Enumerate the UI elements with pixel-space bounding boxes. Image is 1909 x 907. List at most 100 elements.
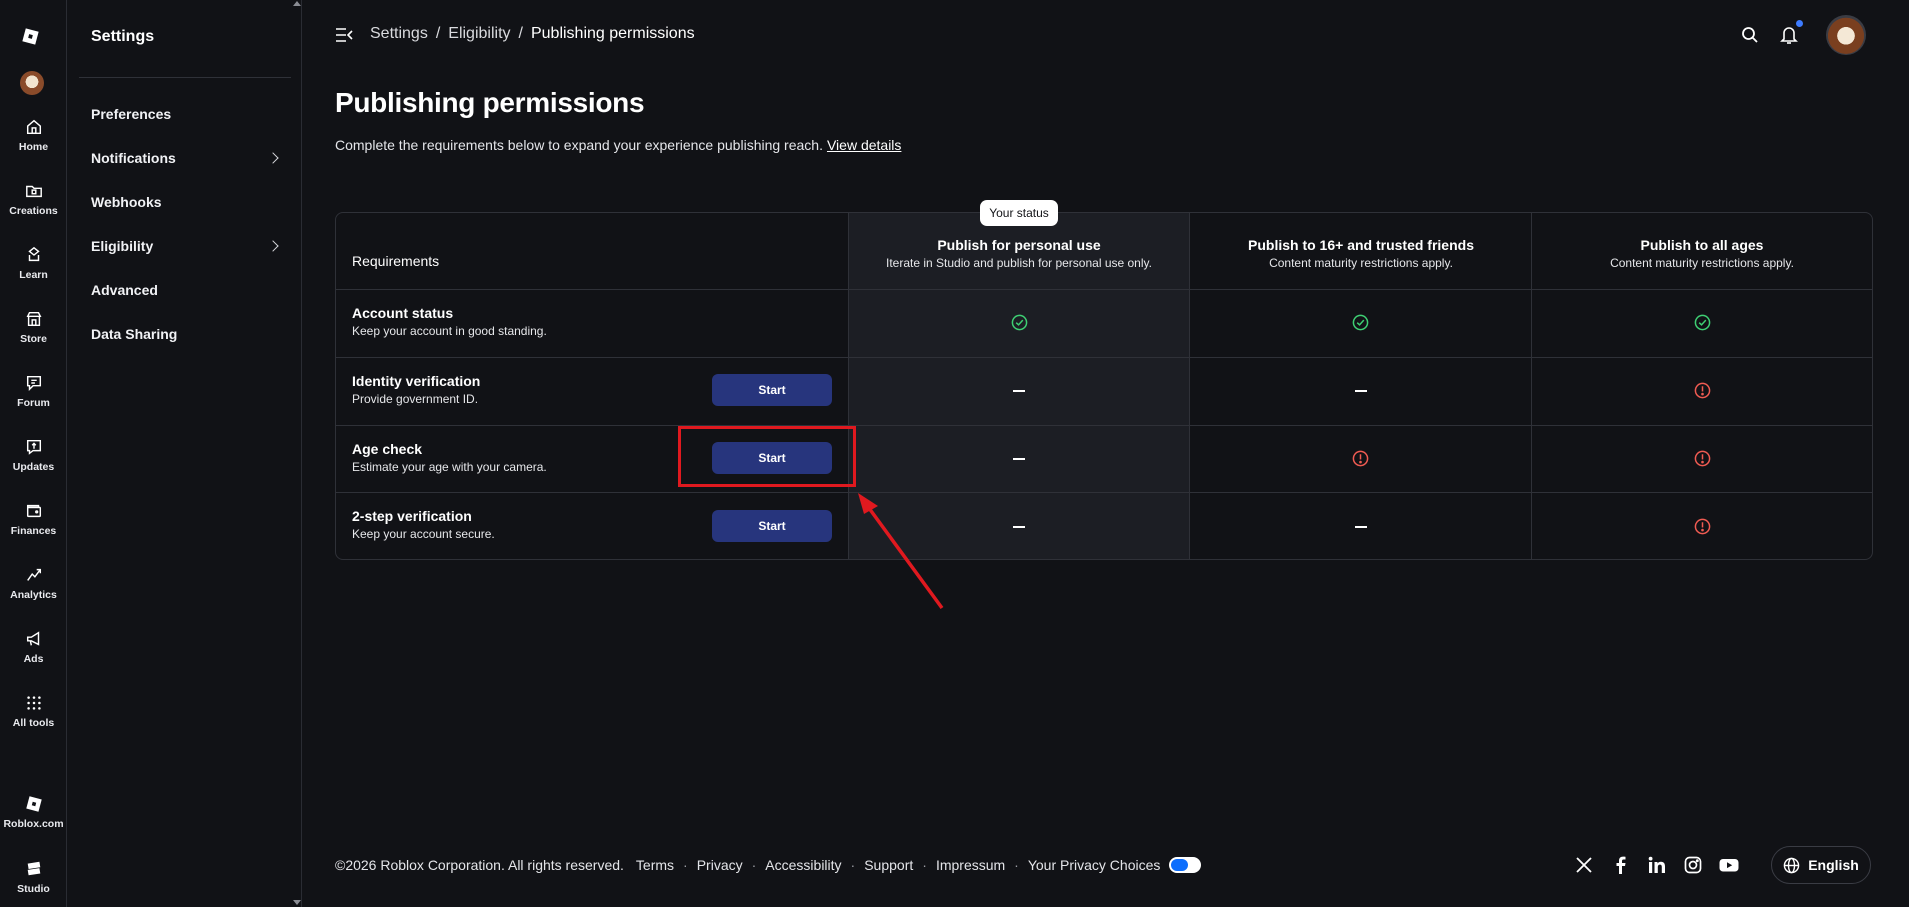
rail-item-learn[interactable]: Learn <box>0 246 67 298</box>
alert-circle-icon <box>1352 450 1369 467</box>
permissions-table: Your status Requirements Publish for per… <box>335 200 1873 560</box>
not-required-dash <box>1355 526 1367 528</box>
footer-link-accessibility[interactable]: Accessibility <box>765 857 841 873</box>
ads-icon <box>26 631 39 646</box>
row-divider <box>336 357 1872 358</box>
roblox-logo-icon[interactable] <box>21 27 40 46</box>
copyright-text: ©2026 Roblox Corporation. All rights res… <box>335 857 624 873</box>
settings-sidebar: Settings Preferences Notifications Webho… <box>67 0 302 907</box>
sidebar-item-label: Webhooks <box>91 194 162 210</box>
instagram-icon[interactable] <box>1684 856 1702 874</box>
row-divider <box>336 492 1872 493</box>
requirements-header: Requirements <box>352 253 440 269</box>
analytics-icon <box>26 568 41 581</box>
app-rail: Home Creations Learn Store Forum Updates… <box>0 0 67 907</box>
rail-item-finances[interactable]: Finances <box>0 502 67 554</box>
footer-link-privacy[interactable]: Privacy <box>697 857 743 873</box>
footer-separator: · <box>850 857 856 873</box>
breadcrumb: Settings / Eligibility / Publishing perm… <box>370 25 695 43</box>
finances-icon <box>26 504 41 518</box>
sidebar-divider <box>79 77 291 78</box>
page-description: Complete the requirements below to expan… <box>335 137 901 153</box>
requirement-age-check: Age check Estimate your age with your ca… <box>352 441 547 474</box>
rail-item-all-tools[interactable]: All tools <box>0 694 67 746</box>
scroll-down-arrow[interactable] <box>293 900 301 905</box>
footer-link-privacy-choices[interactable]: Your Privacy Choices <box>1028 857 1161 873</box>
updates-icon <box>26 439 41 455</box>
youtube-icon[interactable] <box>1719 856 1739 874</box>
footer-link-impressum[interactable]: Impressum <box>936 857 1005 873</box>
page-description-text: Complete the requirements below to expan… <box>335 137 823 153</box>
sidebar-item-advanced[interactable]: Advanced <box>91 279 281 301</box>
sidebar-title: Settings <box>91 28 155 45</box>
breadcrumb-settings[interactable]: Settings <box>370 25 428 43</box>
language-selector[interactable]: English <box>1771 846 1871 884</box>
rail-item-analytics[interactable]: Analytics <box>0 566 67 618</box>
rail-item-roblox-com[interactable]: Roblox.com <box>0 795 67 847</box>
rail-item-label: Updates <box>12 461 55 473</box>
notification-dot <box>1796 20 1803 27</box>
rail-item-studio[interactable]: Studio <box>0 860 67 907</box>
breadcrumb-eligibility[interactable]: Eligibility <box>448 25 510 43</box>
creations-icon <box>25 185 42 198</box>
column-subtitle: Content maturity restrictions apply. <box>1610 256 1794 270</box>
forum-icon <box>26 375 41 392</box>
breadcrumb-separator: / <box>435 25 441 42</box>
facebook-icon[interactable] <box>1612 856 1630 874</box>
rail-avatar[interactable] <box>20 71 44 95</box>
sidebar-item-preferences[interactable]: Preferences <box>91 103 281 125</box>
rail-item-forum[interactable]: Forum <box>0 374 67 426</box>
rail-item-label: Roblox.com <box>3 818 64 830</box>
sidebar-item-webhooks[interactable]: Webhooks <box>91 191 281 213</box>
rail-item-updates[interactable]: Updates <box>0 438 67 490</box>
globe-icon <box>1783 857 1800 873</box>
privacy-choices-toggle-icon[interactable] <box>1169 857 1202 873</box>
scroll-up-arrow[interactable] <box>293 1 301 6</box>
linkedin-icon[interactable] <box>1648 856 1666 874</box>
footer-separator: · <box>683 857 688 873</box>
footer-link-support[interactable]: Support <box>864 857 913 873</box>
search-icon[interactable] <box>1741 26 1759 44</box>
sidebar-item-data-sharing[interactable]: Data Sharing <box>91 323 281 345</box>
rail-item-creations[interactable]: Creations <box>0 182 67 234</box>
not-required-dash <box>1355 390 1367 392</box>
rail-item-label: Home <box>18 141 49 153</box>
alert-circle-icon <box>1694 450 1711 467</box>
x-icon[interactable] <box>1575 856 1593 874</box>
studio-icon <box>27 861 40 876</box>
sidebar-item-notifications[interactable]: Notifications <box>91 147 281 169</box>
not-required-dash <box>1013 390 1025 392</box>
sidebar-item-eligibility[interactable]: Eligibility <box>91 235 281 257</box>
identity-verification-start-button[interactable]: Start <box>712 374 832 406</box>
rail-item-ads[interactable]: Ads <box>0 630 67 682</box>
rail-item-label: Analytics <box>10 589 57 601</box>
column-header-personal: Publish for personal use Iterate in Stud… <box>849 237 1189 270</box>
rail-item-store[interactable]: Store <box>0 310 67 362</box>
learn-icon <box>27 246 40 262</box>
column-header-all-ages: Publish to all ages Content maturity res… <box>1532 237 1872 270</box>
your-status-tag: Your status <box>980 200 1058 226</box>
sidebar-item-label: Data Sharing <box>91 326 178 342</box>
requirement-title: Account status <box>352 305 454 321</box>
check-circle-icon <box>1694 314 1711 331</box>
column-title: Publish to 16+ and trusted friends <box>1248 237 1474 253</box>
breadcrumb-separator: / <box>518 25 523 42</box>
collapse-menu-icon[interactable] <box>335 27 353 43</box>
requirement-subtitle: Estimate your age with your camera. <box>352 460 547 474</box>
requirement-2-step-verification: 2-step verification Keep your account se… <box>352 508 495 541</box>
requirement-subtitle: Keep your account secure. <box>352 527 495 541</box>
user-avatar[interactable] <box>1826 15 1866 55</box>
footer-link-terms[interactable]: Terms <box>636 857 674 873</box>
requirement-title: 2-step verification <box>352 508 472 524</box>
rail-item-label: Forum <box>17 397 50 409</box>
two-step-verification-start-button[interactable]: Start <box>712 510 832 542</box>
rail-item-label: Learn <box>19 269 48 281</box>
requirement-subtitle: Provide government ID. <box>352 392 479 406</box>
not-required-dash <box>1013 526 1025 528</box>
chevron-right-icon <box>267 240 279 252</box>
footer-separator: · <box>922 857 927 873</box>
bell-icon[interactable] <box>1780 25 1798 45</box>
rail-item-home[interactable]: Home <box>0 118 67 170</box>
view-details-link[interactable]: View details <box>827 137 901 153</box>
sidebar-item-label: Notifications <box>91 150 176 166</box>
